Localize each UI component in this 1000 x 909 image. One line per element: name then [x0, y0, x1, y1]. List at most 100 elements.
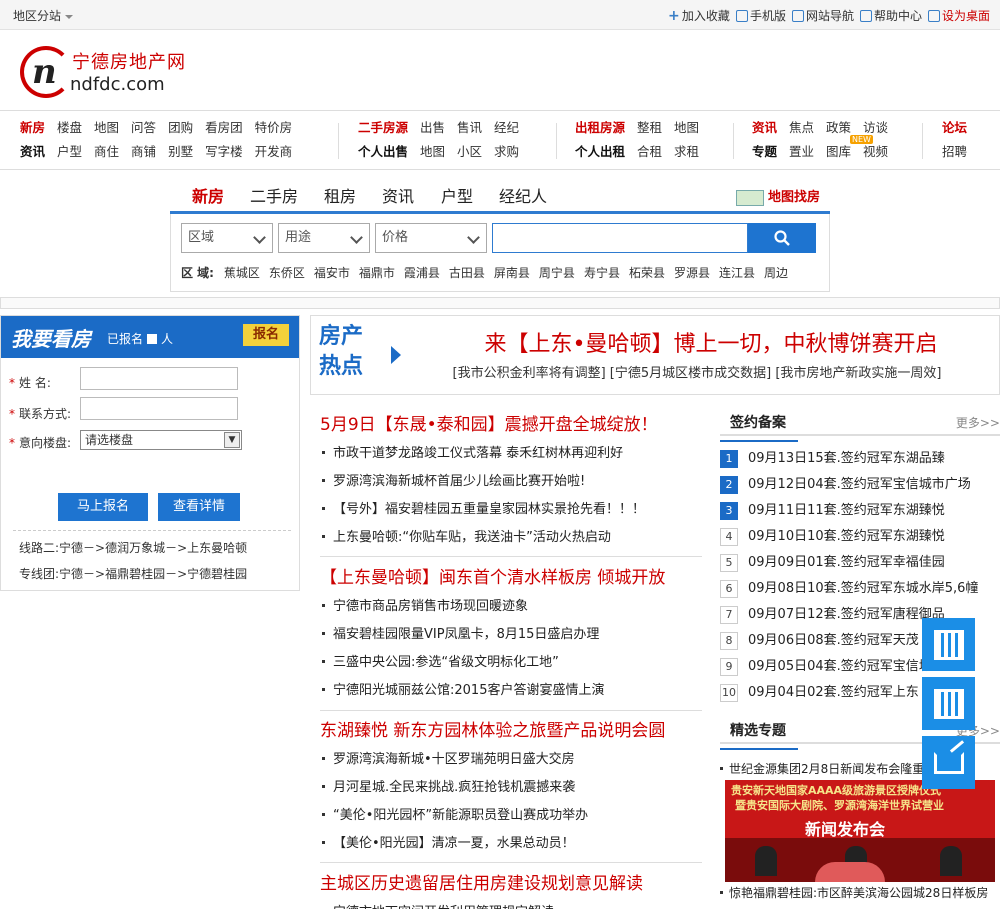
news-item[interactable]: 【号外】福安碧桂园五重量皇家园林实景抢先看！！！	[320, 496, 702, 524]
signing-row[interactable]: 5 09月09日01套.签约冠军幸福佳园	[720, 550, 1000, 576]
house-select[interactable]: 请选楼盘 ▼	[80, 430, 242, 450]
nav-item[interactable]: 看房团	[205, 119, 243, 137]
news-item[interactable]: 三盛中央公园:参选“省级文明标化工地”	[320, 649, 702, 677]
search-button[interactable]	[748, 223, 816, 253]
news-headline[interactable]: 5月9日【东晟•泰和园】震撼开盘全城绽放！	[320, 410, 702, 440]
nav-item[interactable]: 楼盘	[57, 119, 82, 137]
nav-item[interactable]: 售讯	[457, 119, 482, 137]
nav-item[interactable]: 政策	[826, 119, 851, 137]
district-item[interactable]: 周边	[764, 266, 788, 280]
signing-more-link[interactable]: 更多>>	[956, 414, 1000, 431]
nav-item[interactable]: 商住	[94, 143, 119, 161]
district-item[interactable]: 古田县	[449, 266, 485, 280]
map-search-link[interactable]: 地图找房	[735, 186, 820, 206]
news-item[interactable]: “美伦•阳光园杯”新能源职员登山赛成功举办	[320, 802, 702, 830]
nav-item[interactable]: 出租房源	[575, 119, 625, 137]
nav-item[interactable]: 小区	[457, 143, 482, 161]
nav-item[interactable]: 经纪	[494, 119, 519, 137]
nav-item[interactable]: 资讯	[752, 119, 777, 137]
nav-item[interactable]: 求租	[674, 143, 699, 161]
district-item[interactable]: 周宁县	[539, 266, 575, 280]
district-item[interactable]: 东侨区	[269, 266, 305, 280]
nav-item[interactable]: 开发商	[255, 143, 293, 161]
search-input[interactable]	[492, 223, 748, 253]
view-detail-button[interactable]: 查看详情	[158, 493, 240, 521]
news-item[interactable]: 罗源湾滨海新城•十区罗瑞苑明日盛大交房	[320, 746, 702, 774]
district-item[interactable]: 福安市	[314, 266, 350, 280]
nav-item[interactable]: 地图	[420, 143, 445, 161]
nav-item[interactable]: 求购	[494, 143, 519, 161]
signing-row[interactable]: 4 09月10日10套.签约冠军东湖臻悦	[720, 524, 1000, 550]
nav-item[interactable]: 焦点	[789, 119, 814, 137]
nav-item[interactable]: 问答	[131, 119, 156, 137]
tab-secondhand[interactable]: 二手房	[250, 183, 298, 207]
route-link[interactable]: 线路二:宁德－>德润万象城－>上东曼哈顿	[19, 539, 247, 556]
signup-now-button[interactable]: 马上报名	[58, 493, 148, 521]
nav-item[interactable]: 地图	[674, 119, 699, 137]
nav-item[interactable]: 个人出售	[358, 143, 408, 161]
news-headline[interactable]: 【上东曼哈顿】闽东首个清水样板房 倾城开放	[320, 563, 702, 593]
usage-select[interactable]: 用途	[278, 223, 370, 253]
signing-row[interactable]: 1 09月13日15套.签约冠军东湖品臻	[720, 446, 1000, 472]
nav-item[interactable]: 个人出租	[575, 143, 625, 161]
district-item[interactable]: 罗源县	[674, 266, 710, 280]
news-headline[interactable]: 主城区历史遗留居住用房建设规划意见解读	[320, 869, 702, 899]
tab-agent[interactable]: 经纪人	[499, 183, 547, 207]
route-link[interactable]: 专线团:宁德－>福鼎碧桂园－>宁德碧桂园	[19, 565, 247, 582]
topic-link[interactable]: 惊艳福鼎碧桂园:市区醉美滨海公园城28日样板房	[720, 884, 1000, 901]
news-item[interactable]: 宁德市地下空间开发利用管理规定解读	[320, 899, 702, 909]
district-item[interactable]: 柘荣县	[629, 266, 665, 280]
news-item[interactable]: 宁德阳光城丽兹公馆:2015客户答谢宴盛情上演	[320, 677, 702, 705]
signing-row[interactable]: 3 09月11日11套.签约冠军东湖臻悦	[720, 498, 1000, 524]
district-item[interactable]: 蕉城区	[224, 266, 260, 280]
name-input[interactable]	[80, 367, 238, 390]
nav-item[interactable]: 专题	[752, 143, 777, 161]
wechat-qr-button[interactable]	[922, 677, 975, 730]
nav-item[interactable]: 合租	[637, 143, 662, 161]
tab-newhouse[interactable]: 新房	[185, 183, 231, 218]
nav-item[interactable]: 二手房源	[358, 119, 408, 137]
tab-rent[interactable]: 租房	[324, 183, 356, 207]
nav-item[interactable]: 视频	[863, 143, 888, 161]
nav-item[interactable]: 商铺	[131, 143, 156, 161]
district-item[interactable]: 连江县	[719, 266, 755, 280]
nav-item[interactable]: 招聘	[942, 143, 967, 161]
news-item[interactable]: 市政干道梦龙路竣工仪式落幕 泰禾红树林再迎利好	[320, 440, 702, 468]
hot-headline[interactable]: 来【上东•曼哈顿】博上一切，中秋博饼赛开启	[441, 326, 981, 358]
region-select[interactable]: 区域	[181, 223, 273, 253]
news-headline[interactable]: 东湖臻悦 新东方园林体验之旅暨产品说明会圆	[320, 716, 702, 746]
set-desktop-link[interactable]: 设为桌面	[927, 7, 990, 24]
tab-news[interactable]: 资讯	[382, 183, 414, 207]
mobile-qr-button[interactable]	[922, 618, 975, 671]
news-item[interactable]: 宁德市商品房销售市场现回暖迹象	[320, 593, 702, 621]
news-item[interactable]: 福安碧桂园限量VIP凤凰卡，8月15日盛启办理	[320, 621, 702, 649]
tab-layout[interactable]: 户型	[441, 183, 473, 207]
district-item[interactable]: 屏南县	[494, 266, 530, 280]
nav-item[interactable]: 整租	[637, 119, 662, 137]
topic-banner-image[interactable]: 贵安新天地国家AAAA级旅游景区授牌仪式 暨贵安国际大剧院、罗源湾海洋世界试营业…	[725, 780, 995, 882]
news-item[interactable]: 上东曼哈顿:“你贴车贴，我送油卡”活动火热启动	[320, 524, 702, 552]
site-nav-link[interactable]: 网站导航	[791, 7, 854, 24]
site-logo[interactable]: n 宁德房地产网 ndfdc.com	[20, 44, 190, 100]
nav-item[interactable]: 写字楼	[205, 143, 243, 161]
nav-item[interactable]: 别墅	[168, 143, 193, 161]
feedback-button[interactable]	[922, 736, 975, 789]
news-item[interactable]: 罗源湾滨海新城杯首届少儿绘画比赛开始啦!	[320, 468, 702, 496]
nav-item[interactable]: 户型	[57, 143, 82, 161]
price-select[interactable]: 价格	[375, 223, 487, 253]
contact-input[interactable]	[80, 397, 238, 420]
nav-item[interactable]: 图库	[826, 143, 851, 161]
nav-item[interactable]: 置业	[789, 143, 814, 161]
hot-sublinks[interactable]: [我市公积金利率将有调整] [宁德5月城区楼市成交数据] [我市房地产新政实施一…	[417, 362, 977, 381]
nav-item[interactable]: 新房	[20, 119, 45, 137]
signing-row[interactable]: 6 09月08日10套.签约冠军东城水岸5,6幢	[720, 576, 1000, 602]
district-item[interactable]: 寿宁县	[584, 266, 620, 280]
nav-item[interactable]: 团购	[168, 119, 193, 137]
mobile-link[interactable]: 手机版	[735, 7, 786, 24]
news-item[interactable]: 月河星城.全民来挑战.疯狂抢钱机震撼来袭	[320, 774, 702, 802]
help-link[interactable]: 帮助中心	[859, 7, 922, 24]
nav-item[interactable]: 出售	[420, 119, 445, 137]
news-item[interactable]: 【美伦•阳光园】清凉一夏，水果总动员！	[320, 830, 702, 858]
signup-badge-button[interactable]: 报名	[243, 324, 289, 346]
district-item[interactable]: 福鼎市	[359, 266, 395, 280]
